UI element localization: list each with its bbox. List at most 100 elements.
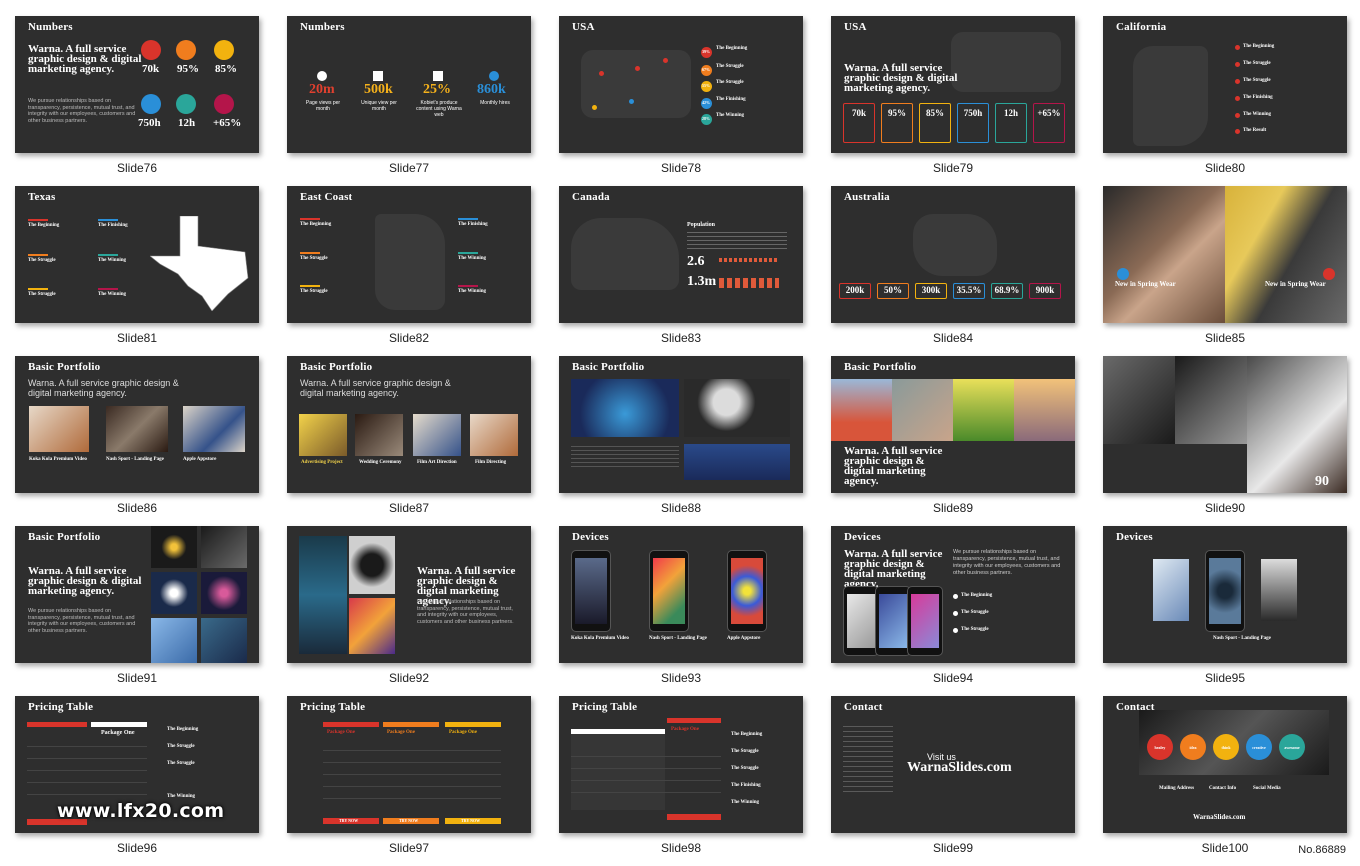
arrow-left-icon[interactable] (1117, 268, 1129, 280)
slide-title: Basic Portfolio (572, 361, 645, 373)
slide-thumbnail[interactable]: Contact Visit us WarnaSlides.com (831, 696, 1075, 833)
legend-label: The Finishing (458, 222, 488, 227)
map-marker (592, 105, 597, 110)
slide-title: East Coast (300, 191, 353, 203)
slide-thumbnail[interactable]: Pricing Table Package One Package One Pa… (559, 696, 803, 833)
slide-thumbnail[interactable]: Numbers 20m 500k 25% 860k Page views per… (287, 16, 531, 153)
legend-label: The Beginning (28, 223, 60, 228)
try-now-button[interactable] (667, 814, 721, 820)
slide-thumbnail[interactable]: Numbers Warna. A full service graphic de… (15, 16, 259, 153)
slide-thumbnail[interactable]: Basic Portfolio (559, 356, 803, 493)
catalog-number: No.86889 (1298, 844, 1346, 856)
legend-swatch (28, 288, 48, 290)
portfolio-image (953, 379, 1014, 441)
texas-map (150, 216, 249, 311)
bullet-icon (953, 611, 958, 616)
slide-cell: Pricing Table Package One Package One Pa… (559, 696, 803, 866)
legend-label: The Finishing (716, 97, 746, 102)
slide-cell: Contact healey idea think creative aweso… (1103, 696, 1347, 866)
stat-value: 85% (215, 63, 237, 75)
legend-label: The Struggle (300, 289, 328, 294)
slide-thumbnail[interactable]: Pricing Table Package One Package One Pa… (287, 696, 531, 833)
bullet-icon (953, 628, 958, 633)
button-label: TRY NOW (399, 818, 419, 823)
slide-thumbnail[interactable]: East Coast The Beginning The Finishing T… (287, 186, 531, 323)
slide-label: Slide83 (660, 331, 702, 345)
slide-cell: Contact Visit us WarnaSlides.com Slide99 (831, 696, 1075, 866)
stat-value: 750h (138, 117, 161, 129)
slide-cell: USA Warna. A full service graphic design… (831, 16, 1075, 186)
stat-value: 750h (963, 108, 983, 118)
try-now-button[interactable]: TRY NOW (445, 818, 501, 824)
photo-woman (1103, 186, 1225, 323)
slide-cell: 90 Slide90 (1103, 356, 1347, 526)
website-link[interactable]: WarnaSlides.com (1193, 813, 1245, 821)
slide-thumbnail[interactable]: Warna. A full service graphic design & d… (287, 526, 531, 663)
slide-thumbnail[interactable]: Canada Population 2.6 1.3m (559, 186, 803, 323)
stat-value: 70k (851, 108, 866, 118)
slide-thumbnail[interactable]: Devices Koka Kola Premium Video Nash Spo… (559, 526, 803, 663)
grid-icon (433, 71, 443, 81)
people-icons (719, 278, 779, 288)
slide-cell: New in Spring Wear New in Spring Wear Sl… (1103, 186, 1347, 356)
slide-subtitle: Warna. A full service graphic design & d… (844, 62, 958, 94)
slide-body: We pursue relationships based on transpa… (28, 98, 136, 124)
pricing-row (323, 762, 501, 763)
phone-screen (1209, 558, 1241, 624)
legend-label: The Winning (98, 292, 127, 297)
portfolio-image (201, 618, 247, 663)
slide-thumbnail[interactable]: USA Warna. A full service graphic design… (831, 16, 1075, 153)
slide-title: Canada (572, 191, 610, 203)
slide-thumbnail[interactable]: California The Beginning The Struggle Th… (1103, 16, 1347, 153)
stat-caption: Unique view per month (361, 100, 397, 112)
slide-label: Slide77 (388, 161, 430, 175)
slide-title: Devices (572, 531, 609, 543)
legend-label: The Struggle (716, 80, 744, 85)
value-circle: creative (1246, 734, 1272, 760)
portfolio-image (892, 379, 953, 441)
list-item: The Struggle (167, 744, 195, 749)
legend-marker (1235, 96, 1240, 101)
legend-label: The Winning (716, 113, 745, 118)
stat-caption: Monthly hires (480, 100, 510, 106)
portfolio-image (106, 406, 168, 452)
slide-thumbnail[interactable]: New in Spring Wear New in Spring Wear (1103, 186, 1347, 323)
slide-thumbnail[interactable]: Basic Portfolio Warna. A full service gr… (287, 356, 531, 493)
list-item: The Winning (167, 794, 196, 799)
slide-cell: Pricing Table Package One The Beginning … (15, 696, 259, 866)
portfolio-image (151, 526, 197, 568)
slide-cell: Basic Portfolio Warna. A full service gr… (831, 356, 1075, 526)
body-text (571, 446, 679, 470)
pricing-package-title: Package One (449, 730, 477, 735)
website-link[interactable]: WarnaSlides.com (907, 760, 1012, 776)
slide-thumbnail[interactable]: Devices Nash Sport - Landing Page (1103, 526, 1347, 663)
stat-value: 50% (884, 285, 902, 295)
stat-value: 500k (364, 82, 393, 97)
bullet-icon (953, 594, 958, 599)
stat-value: +65% (213, 117, 242, 129)
slide-thumbnail[interactable]: Basic Portfolio Warna. A full service gr… (15, 356, 259, 493)
slide-thumbnail[interactable]: Texas The Beginning The Finishing The St… (15, 186, 259, 323)
value-circle: healey (1147, 734, 1173, 760)
slide-thumbnail[interactable]: 90 (1103, 356, 1347, 493)
try-now-button[interactable]: TRY NOW (323, 818, 379, 824)
legend-label: The Finishing (98, 223, 128, 228)
slide-thumbnail[interactable]: Basic Portfolio Warna. A full service gr… (831, 356, 1075, 493)
slide-thumbnail[interactable]: Australia 200k 50% 300k 35.5% 68.9% 900k (831, 186, 1075, 323)
stat-value: 68.9% (994, 285, 1020, 295)
slide-label: Slide85 (1204, 331, 1246, 345)
stat-box: +65% (1033, 103, 1065, 143)
slide-thumbnail[interactable]: Devices Warna. A full service graphic de… (831, 526, 1075, 663)
try-now-button[interactable]: TRY NOW (383, 818, 439, 824)
slide-thumbnail[interactable]: USA 39% 67% 55% 42% 28% The Beginning Th… (559, 16, 803, 153)
pricing-row (323, 786, 501, 787)
slide-thumbnail[interactable]: Contact healey idea think creative aweso… (1103, 696, 1347, 833)
pricing-row (27, 794, 147, 795)
phone-screen (575, 558, 607, 624)
arrow-right-icon[interactable] (1323, 268, 1335, 280)
portfolio-image (831, 379, 892, 441)
value-circle: idea (1180, 734, 1206, 760)
pricing-column (571, 734, 665, 810)
slide-thumbnail[interactable]: Basic Portfolio Warna. A full service gr… (15, 526, 259, 663)
slide-cell: USA 39% 67% 55% 42% 28% The Beginning Th… (559, 16, 803, 186)
